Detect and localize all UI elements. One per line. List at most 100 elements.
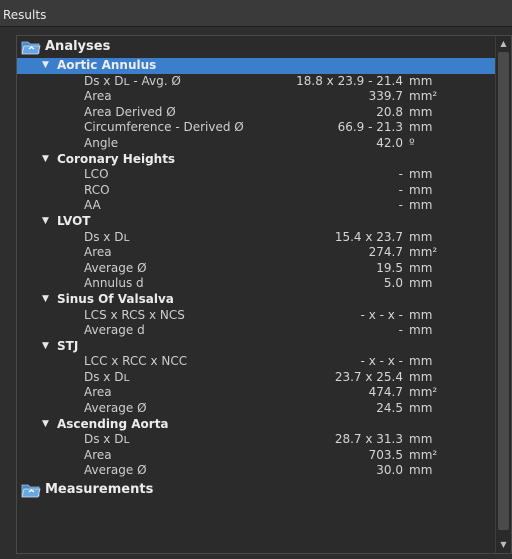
item-unit: mm	[409, 307, 433, 322]
item-label: Area	[84, 447, 112, 462]
tree-item[interactable]: Average Ø 19.5 mm	[17, 261, 498, 277]
panel-title: Results	[0, 0, 512, 27]
item-label: Area Derived Ø	[84, 104, 176, 119]
item-value: 274.7	[368, 245, 403, 260]
item-value: -	[398, 323, 403, 338]
caret-down-icon[interactable]: ▼	[42, 152, 49, 168]
item-unit: mm	[409, 120, 433, 135]
item-value: 24.5	[376, 401, 403, 416]
item-unit: mm	[409, 167, 433, 182]
item-value: 15.4 x 23.7	[334, 229, 403, 244]
item-label: Area	[84, 89, 112, 104]
item-value: -	[398, 182, 403, 197]
item-label: LCS x RCS x NCS	[84, 307, 185, 322]
item-unit: mm	[409, 463, 433, 478]
item-label: Average Ø	[84, 260, 147, 275]
item-label: LCC x RCC x NCC	[84, 354, 188, 369]
results-panel: Results Analyses ▼ Aortic Annulus Ds x Dʟ -…	[0, 0, 512, 559]
item-value: 5.0	[383, 276, 403, 291]
tree-section[interactable]: ▼ STJ	[17, 339, 498, 355]
folder-open-icon	[21, 484, 41, 498]
item-label: Area	[84, 245, 112, 260]
tree-item[interactable]: Circumference - Derived Ø 66.9 - 21.3 mm	[17, 120, 498, 136]
tree-item[interactable]: Area 474.7 mm²	[17, 385, 498, 401]
item-label: AA	[84, 198, 101, 213]
item-unit: mm	[409, 432, 433, 447]
caret-down-icon[interactable]: ▼	[42, 292, 49, 308]
item-label: Circumference - Derived Ø	[84, 120, 244, 135]
section-label: Ascending Aorta	[57, 416, 169, 431]
item-unit: mm	[409, 104, 433, 119]
tree-root-label: Measurements	[45, 482, 154, 498]
section-label: Sinus Of Valsalva	[57, 291, 174, 306]
item-label: Ds x Dʟ - Avg. Ø	[84, 73, 181, 88]
tree-item[interactable]: Average d - mm	[17, 323, 498, 339]
caret-down-icon[interactable]: ▼	[42, 214, 49, 230]
tree-item[interactable]: Area Derived Ø 20.8 mm	[17, 105, 498, 121]
tree-item[interactable]: Ds x Dʟ 23.7 x 25.4 mm	[17, 370, 498, 386]
item-value: 20.8	[376, 104, 403, 119]
item-unit: mm	[409, 198, 433, 213]
item-value: 18.8 x 23.9 - 21.4	[296, 73, 403, 88]
item-unit: mm	[409, 354, 433, 369]
item-value: 30.0	[376, 463, 403, 478]
scroll-up-icon[interactable]: ▲	[498, 38, 509, 50]
item-value: 703.5	[368, 447, 403, 462]
tree-item[interactable]: Ds x Dʟ - Avg. Ø 18.8 x 23.9 - 21.4 mm	[17, 74, 498, 90]
tree-section[interactable]: ▼ Sinus Of Valsalva	[17, 292, 498, 308]
tree-item[interactable]: Ds x Dʟ 28.7 x 31.3 mm	[17, 432, 498, 448]
tree-item[interactable]: Average Ø 24.5 mm	[17, 401, 498, 417]
tree-item[interactable]: Angle 42.0 º	[17, 136, 498, 152]
tree-item[interactable]: AA - mm	[17, 198, 498, 214]
results-tree[interactable]: Analyses ▼ Aortic Annulus Ds x Dʟ - Avg. Ø 1…	[16, 35, 512, 554]
item-value: 28.7 x 31.3	[334, 432, 403, 447]
section-label: Aortic Annulus	[57, 58, 157, 72]
item-unit: º	[409, 135, 415, 150]
item-label: Annulus d	[84, 276, 144, 291]
item-label: Ds x Dʟ	[84, 432, 130, 447]
item-label: Area	[84, 385, 112, 400]
caret-down-icon[interactable]: ▼	[42, 58, 49, 74]
tree-root-label: Analyses	[45, 39, 111, 54]
caret-down-icon[interactable]: ▼	[42, 339, 49, 355]
tree-item[interactable]: Area 703.5 mm²	[17, 448, 498, 464]
item-unit: mm	[409, 323, 433, 338]
item-value: 42.0	[376, 135, 403, 150]
scroll-down-icon[interactable]: ▼	[498, 539, 509, 551]
item-label: RCO	[84, 182, 110, 197]
tree-section[interactable]: ▼ Coronary Heights	[17, 152, 498, 168]
tree-root-analyses[interactable]: Analyses	[17, 36, 498, 58]
item-label: LCO	[84, 167, 109, 182]
item-unit: mm	[409, 182, 433, 197]
item-unit: mm	[409, 73, 433, 88]
item-value: -	[398, 198, 403, 213]
item-value: 474.7	[368, 385, 403, 400]
scrollbar-thumb[interactable]	[498, 52, 509, 530]
tree-item[interactable]: Ds x Dʟ 15.4 x 23.7 mm	[17, 230, 498, 246]
tree-item[interactable]: Annulus d 5.0 mm	[17, 276, 498, 292]
tree-root-measurements[interactable]: Measurements	[17, 479, 498, 501]
tree-section[interactable]: ▼ LVOT	[17, 214, 498, 230]
item-unit: mm	[409, 401, 433, 416]
item-value: -	[398, 167, 403, 182]
item-unit: mm²	[409, 447, 438, 462]
vertical-scrollbar[interactable]: ▲ ▼	[495, 36, 511, 553]
caret-down-icon[interactable]: ▼	[42, 417, 49, 433]
section-label: Coronary Heights	[57, 151, 176, 166]
tree-item[interactable]: Area 339.7 mm²	[17, 89, 498, 105]
item-unit: mm²	[409, 245, 438, 260]
tree-item[interactable]: LCC x RCC x NCC - x - x - mm	[17, 354, 498, 370]
section-label: STJ	[57, 338, 79, 353]
item-label: Average d	[84, 323, 145, 338]
item-unit: mm	[409, 276, 433, 291]
tree-section[interactable]: ▼ Ascending Aorta	[17, 417, 498, 433]
tree-item[interactable]: Area 274.7 mm²	[17, 245, 498, 261]
tree-section[interactable]: ▼ Aortic Annulus	[17, 58, 498, 74]
tree-item[interactable]: LCS x RCS x NCS - x - x - mm	[17, 308, 498, 324]
item-unit: mm	[409, 229, 433, 244]
tree-item[interactable]: RCO - mm	[17, 183, 498, 199]
tree-item[interactable]: Average Ø 30.0 mm	[17, 463, 498, 479]
tree-item[interactable]: LCO - mm	[17, 167, 498, 183]
item-unit: mm	[409, 369, 433, 384]
item-value: 66.9 - 21.3	[337, 120, 403, 135]
